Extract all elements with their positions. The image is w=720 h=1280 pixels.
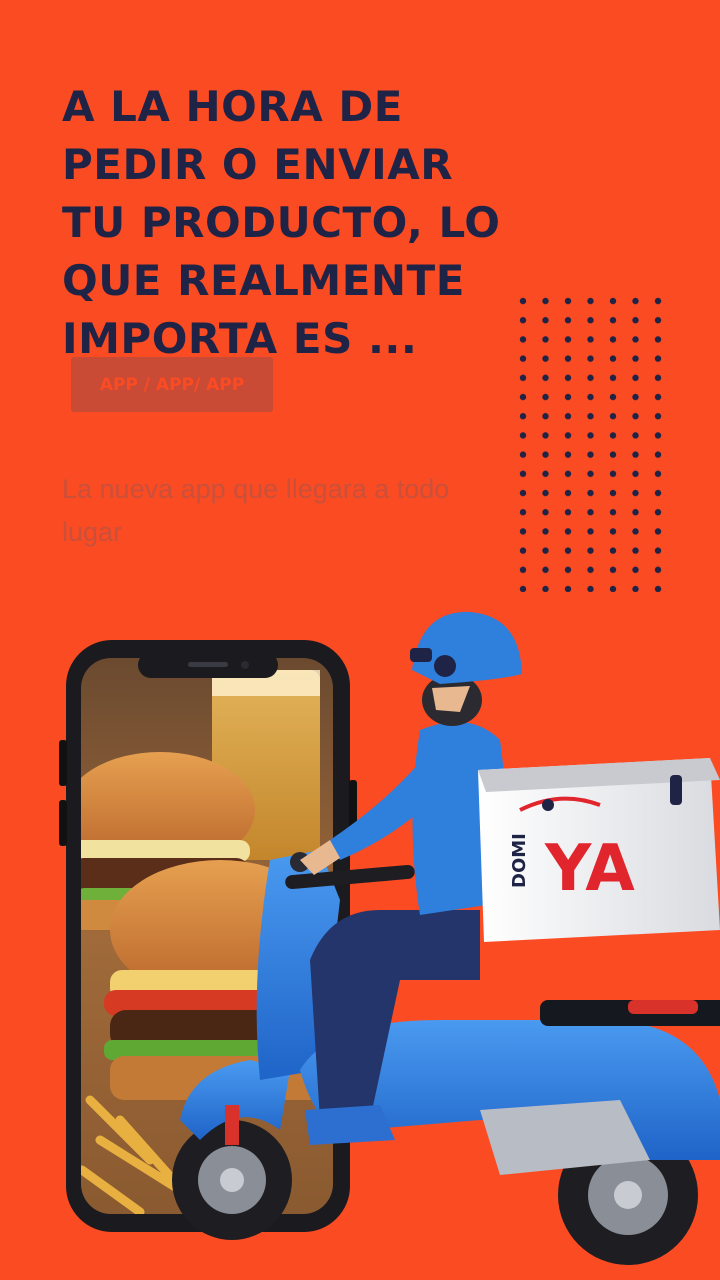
delivery-box: DOMI YA: [478, 758, 720, 942]
subtitle: La nueva app que llegara a todo lugar: [62, 474, 450, 547]
headline-line-3: TU PRODUCTO, LO: [62, 198, 501, 247]
app-badge[interactable]: APP / APP/ APP: [71, 357, 273, 412]
headline-line-4: QUE REALMENTE: [62, 256, 465, 305]
dot-grid-icon: [514, 292, 664, 592]
hero-illustration: DOMI YA: [59, 611, 720, 1265]
headline: A LA HORA DE PEDIR O ENVIAR TU PRODUCTO,…: [62, 78, 532, 368]
box-logo-ya: YA: [544, 832, 635, 906]
headline-line-1: A LA HORA DE: [62, 82, 403, 131]
headline-line-2: PEDIR O ENVIAR: [62, 140, 454, 189]
box-logo-domi: DOMI: [509, 833, 530, 888]
